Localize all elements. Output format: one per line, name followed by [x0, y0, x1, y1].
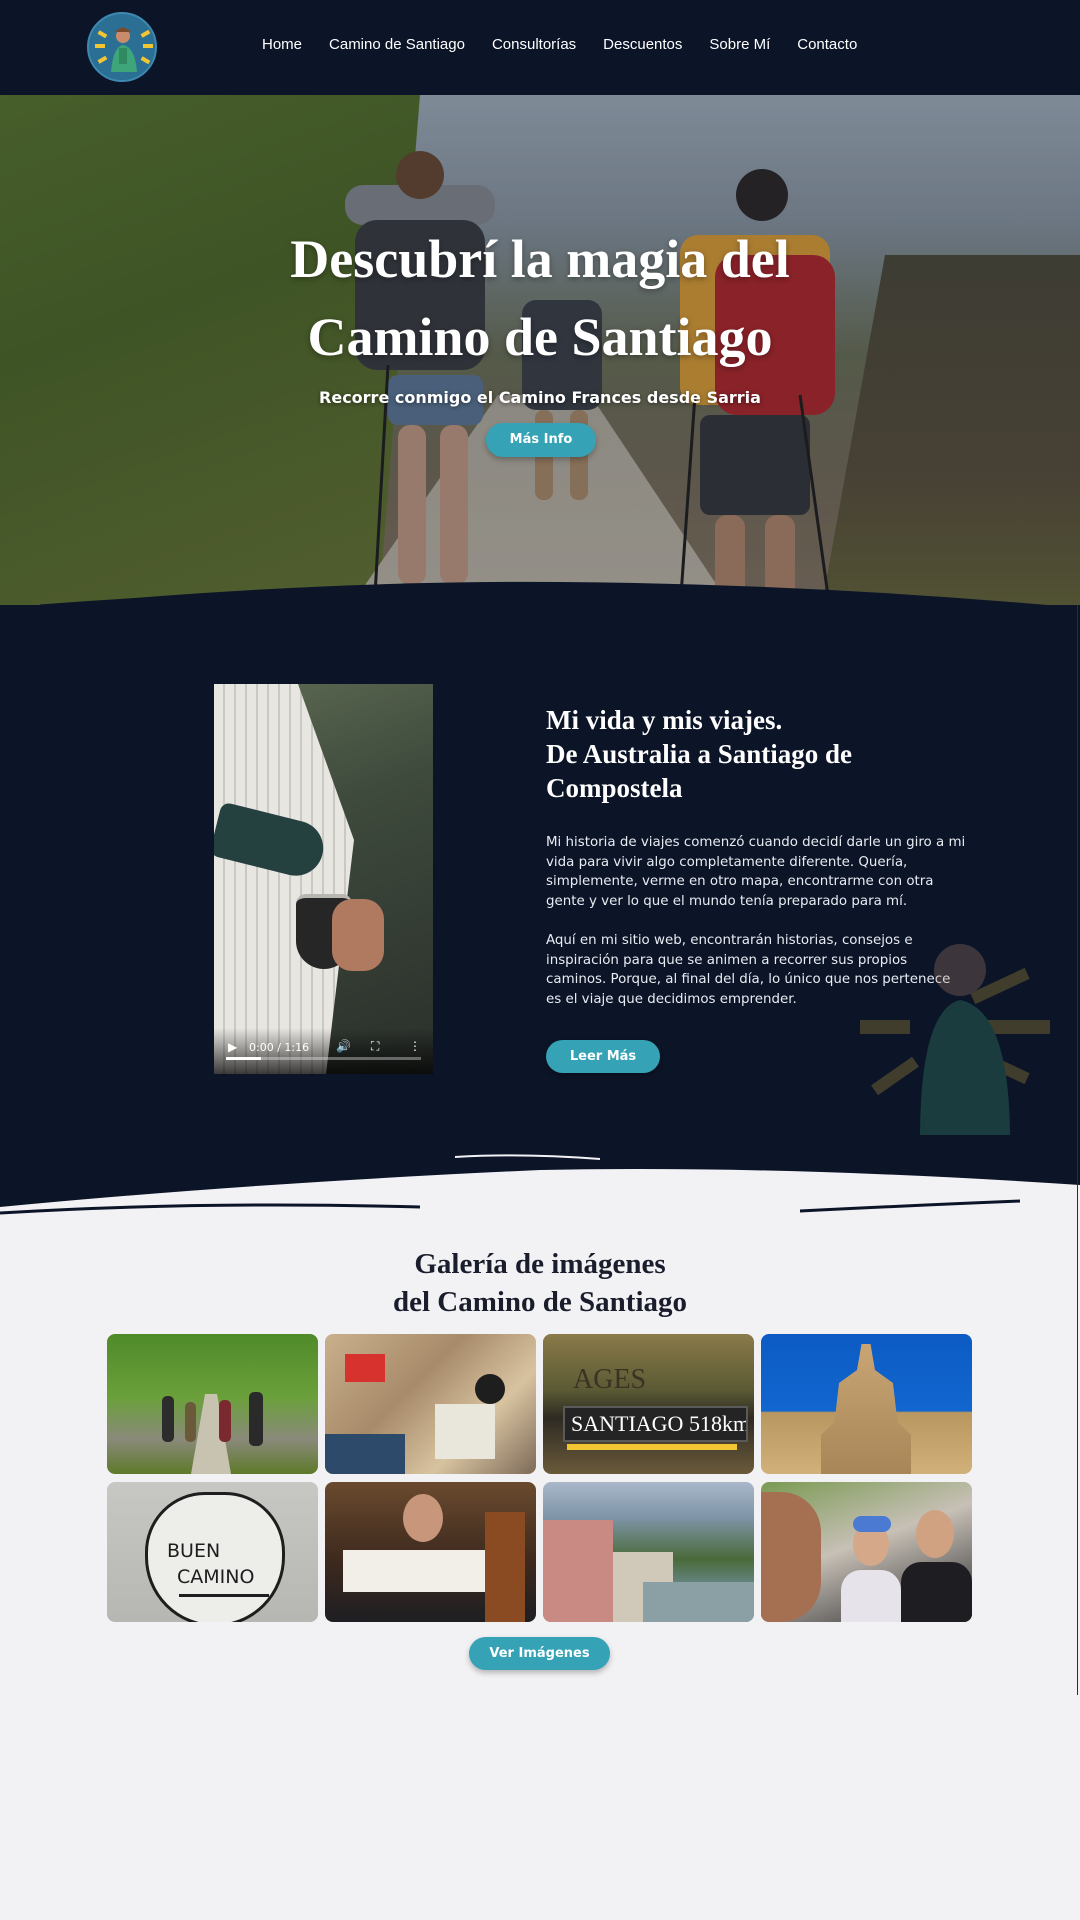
- hero-title: Descubrí la magia del Camino de Santiago: [0, 220, 1080, 376]
- hero-title-line-1: Descubrí la magia del: [290, 229, 790, 289]
- about-title-line-1: Mi vida y mis viajes.: [546, 705, 783, 735]
- video-progress-fill: [226, 1057, 262, 1060]
- top-navbar: Home Camino de Santiago Consultorías Des…: [0, 0, 1080, 95]
- gallery-image-forest-hikers[interactable]: [107, 1334, 318, 1474]
- nav-menu: Home Camino de Santiago Consultorías Des…: [262, 36, 857, 53]
- play-icon[interactable]: ▶: [228, 1040, 237, 1054]
- nav-link-descuentos[interactable]: Descuentos: [603, 36, 682, 53]
- video-controls-bar: ▶ 0:00 / 1:16 🔊 ⛶ ⋮: [214, 1028, 433, 1074]
- hero-title-line-2: Camino de Santiago: [307, 307, 773, 367]
- hero-subtitle: Recorre conmigo el Camino Frances desde …: [319, 388, 761, 407]
- sign-santiago-text: SANTIAGO 518km.: [563, 1406, 748, 1442]
- nav-link-home[interactable]: Home: [262, 36, 302, 53]
- video-time: 0:00 / 1:16: [249, 1041, 310, 1054]
- gallery-image-man-with-credential[interactable]: [325, 1482, 536, 1622]
- mate-video-player[interactable]: ▶ 0:00 / 1:16 🔊 ⛶ ⋮: [214, 684, 433, 1074]
- gallery-image-river-town[interactable]: [543, 1482, 754, 1622]
- nav-link-sobre-mi[interactable]: Sobre Mí: [709, 36, 770, 53]
- wave-divider-bottom: [0, 1135, 1080, 1215]
- graffiti-buen-text: BUEN: [167, 1540, 221, 1562]
- video-hand: [332, 899, 384, 971]
- about-section: ▶ 0:00 / 1:16 🔊 ⛶ ⋮ Mi vida y mis viajes…: [0, 605, 1080, 1140]
- site-logo[interactable]: [87, 12, 157, 82]
- hero-section: Descubrí la magia del Camino de Santiago…: [0, 95, 1080, 615]
- gallery-image-stickers-wall[interactable]: [325, 1334, 536, 1474]
- more-options-icon[interactable]: ⋮: [409, 1039, 421, 1053]
- nav-link-camino-de-santiago[interactable]: Camino de Santiago: [329, 36, 465, 53]
- video-striped-shirt: [214, 684, 354, 1074]
- hiker-logo-icon: [91, 16, 155, 80]
- ver-imagenes-button[interactable]: Ver Imágenes: [469, 1637, 610, 1670]
- hiker-watermark-icon: [860, 944, 1050, 1140]
- graffiti-camino-text: CAMINO: [177, 1566, 255, 1588]
- nav-link-contacto[interactable]: Contacto: [797, 36, 857, 53]
- about-title-line-2: De Australia a Santiago de Compostela: [546, 739, 853, 803]
- gallery-title-line-2: del Camino de Santiago: [392, 1286, 688, 1318]
- volume-icon[interactable]: 🔊: [336, 1039, 351, 1053]
- about-title: Mi vida y mis viajes. De Australia a San…: [546, 703, 926, 805]
- gallery-image-church-tower[interactable]: [761, 1334, 972, 1474]
- nav-link-consultorias[interactable]: Consultorías: [492, 36, 576, 53]
- page-edge-line: [1077, 605, 1078, 1695]
- mas-info-button[interactable]: Más Info: [486, 423, 596, 457]
- sign-ages-text: AGES: [573, 1364, 647, 1395]
- gallery-image-selfie-pilgrims[interactable]: [761, 1482, 972, 1622]
- about-paragraph-1: Mi historia de viajes comenzó cuando dec…: [546, 835, 966, 909]
- gallery-image-santiago-518km-sign[interactable]: AGES SANTIAGO 518km.: [543, 1334, 754, 1474]
- fullscreen-icon[interactable]: ⛶: [371, 1039, 379, 1054]
- gallery-title-line-1: Galería de imágenes: [414, 1248, 666, 1280]
- gallery-title: Galería de imágenes del Camino de Santia…: [0, 1245, 1080, 1321]
- gallery-grid: AGES SANTIAGO 518km. BUEN CAMINO: [107, 1334, 972, 1622]
- gallery-image-buen-camino-graffiti[interactable]: BUEN CAMINO: [107, 1482, 318, 1622]
- leer-mas-button[interactable]: Leer Más: [546, 1040, 660, 1073]
- video-progress-bar[interactable]: [226, 1057, 421, 1060]
